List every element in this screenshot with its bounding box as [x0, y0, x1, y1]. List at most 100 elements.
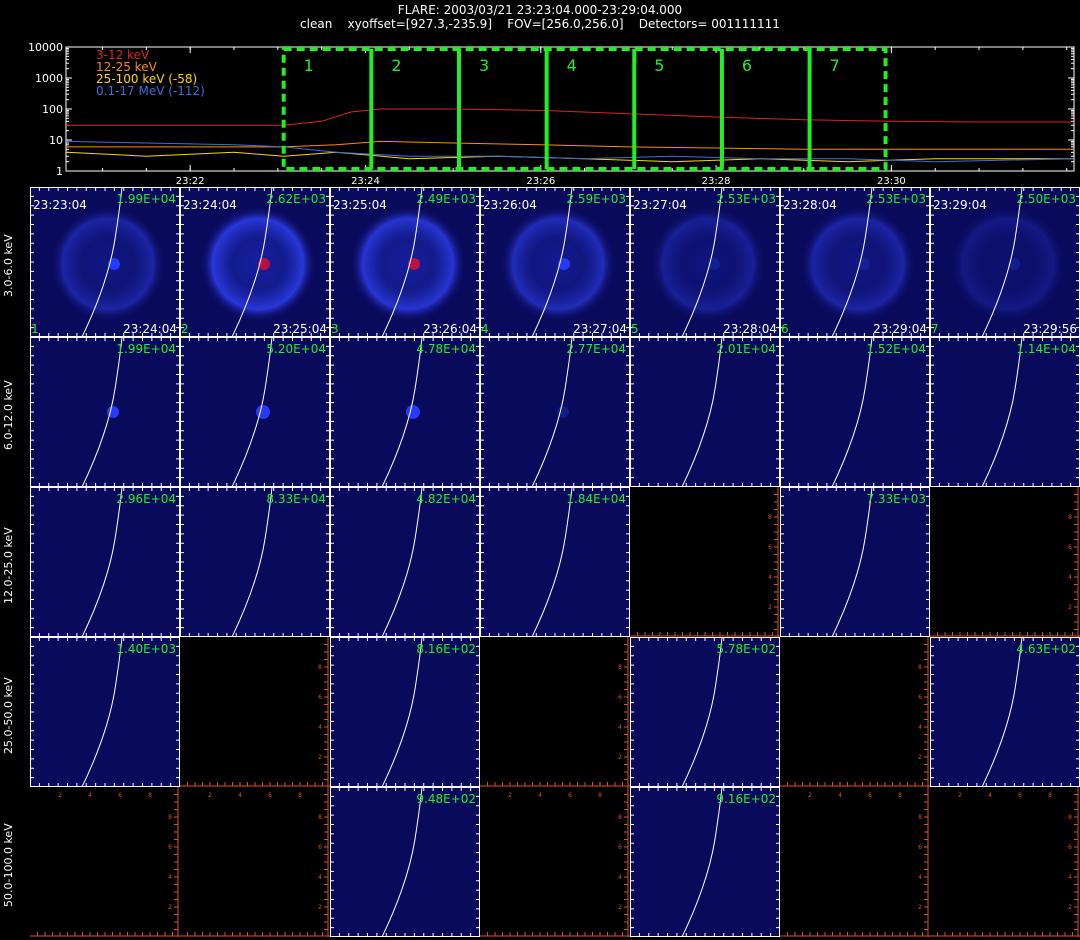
image-peak-value: 2.62E+03	[266, 192, 326, 206]
y-tick-label: 10	[49, 134, 63, 147]
empty-axis-tick-label: 8	[168, 814, 172, 821]
empty-axis-tick-label: 6	[318, 844, 322, 851]
x-tick-label: 23:30	[877, 176, 906, 186]
empty-axis-tick-label: 4	[168, 874, 172, 881]
interval-index: 4	[481, 322, 489, 336]
empty-axis-tick-label: 4	[918, 724, 922, 731]
image-peak-value: 4.63E+02	[1016, 642, 1076, 656]
y-tick-label: 1	[56, 165, 63, 178]
image-background	[330, 637, 480, 787]
y-tick-label: 1000	[35, 72, 63, 85]
source-spot	[256, 405, 270, 419]
row-energy-label: 6.0-12.0 keV	[2, 380, 15, 451]
source-spot	[406, 405, 420, 419]
interval-index: 2	[181, 322, 189, 336]
empty-axis-tick-label: 6	[318, 694, 322, 701]
cell-plot	[480, 487, 630, 637]
image-cell: 5.20E+04	[180, 337, 330, 487]
cell-plot: 2 4 6 8	[180, 637, 330, 787]
empty-axis-tick-label: 2	[318, 754, 322, 761]
cell-plot	[780, 487, 930, 637]
empty-axis-tick-label: 2	[618, 754, 622, 761]
empty-axis-tick-label: 6	[768, 544, 772, 551]
empty-axis-tick-label: 4	[318, 724, 322, 731]
image-background	[930, 337, 1080, 487]
image-background	[330, 787, 480, 937]
cell-plot	[630, 787, 780, 937]
empty-axis-tick-label: 8	[1068, 514, 1072, 521]
empty-axis-tick-label: 4	[238, 792, 242, 799]
empty-axis-tick-label: 6	[568, 792, 572, 799]
image-peak-value: 4.82E+04	[416, 492, 476, 506]
empty-cell: 2 2 4 4 6 6 8 8	[480, 787, 630, 937]
empty-axis-tick-label: 6	[618, 844, 622, 851]
image-cell: 2.77E+04	[480, 337, 630, 487]
image-cell: 7.33E+03	[780, 487, 930, 637]
cell-plot	[330, 787, 480, 937]
interval-end-time: 23:29:04	[873, 322, 927, 336]
interval-index: 5	[631, 322, 639, 336]
empty-axis-tick-label: 8	[918, 814, 922, 821]
cell-plot: 2 2 4 4 6 6 8 8	[780, 787, 930, 937]
interval-start-time: 23:28:04	[783, 198, 837, 212]
legend-entry-4: 0.1-17 MeV (-112)	[96, 84, 205, 98]
empty-axis-tick-label: 6	[918, 844, 922, 851]
empty-axis-tick-label: 8	[1048, 792, 1052, 799]
cell-plot: 2 4 6 8	[630, 487, 780, 637]
interval-number: 7	[830, 56, 840, 75]
interval-start-time: 23:27:04	[633, 198, 687, 212]
image-cell: 4.78E+04	[330, 337, 480, 487]
empty-axis-tick-label: 2	[768, 604, 772, 611]
empty-axis-tick-label: 8	[1068, 814, 1072, 821]
empty-axis-tick-label: 8	[918, 664, 922, 671]
image-background	[330, 487, 480, 637]
x-tick-label: 23:24	[351, 176, 380, 186]
image-peak-value: 2.77E+04	[566, 342, 626, 356]
empty-axis-tick-label: 4	[918, 874, 922, 881]
empty-cell: 2 2 4 4 6 6 8 8	[930, 787, 1080, 937]
cell-plot: 2 2 4 4 6 6 8 8	[30, 787, 180, 937]
cell-plot	[330, 487, 480, 637]
interval-start-time: 23:25:04	[333, 198, 387, 212]
empty-axis-tick-label: 6	[268, 792, 272, 799]
empty-axis-tick-label: 8	[598, 792, 602, 799]
image-background	[930, 637, 1080, 787]
interval-index: 3	[331, 322, 339, 336]
interval-start-time: 23:29:04	[933, 198, 987, 212]
interval-number: 3	[479, 56, 489, 75]
image-background	[480, 337, 630, 487]
image-cell: 1.14E+04	[930, 337, 1080, 487]
image-peak-value: 5.78E+02	[716, 642, 776, 656]
empty-axis-tick-label: 4	[1068, 874, 1072, 881]
image-peak-value: 5.20E+04	[266, 342, 326, 356]
empty-axis-tick-label: 6	[168, 844, 172, 851]
row-energy-label: 3.0-6.0 keV	[2, 234, 15, 298]
empty-axis-tick-label: 2	[918, 754, 922, 761]
image-background	[30, 487, 180, 637]
interval-index: 1	[31, 322, 39, 336]
image-peak-value: 1.40E+03	[116, 642, 176, 656]
cell-plot	[180, 337, 330, 487]
x-tick-label: 23:26	[526, 176, 555, 186]
empty-axis-tick-label: 8	[318, 814, 322, 821]
image-cell: 2.49E+03 23:25:04 23:26:04 3	[330, 187, 480, 337]
image-peak-value: 8.16E+02	[416, 642, 476, 656]
image-peak-value: 9.48E+02	[416, 792, 476, 806]
image-peak-value: 1.14E+04	[1016, 342, 1076, 356]
cell-plot	[30, 637, 180, 787]
series-line-3	[65, 151, 1074, 163]
image-background	[180, 337, 330, 487]
empty-cell: 2 2 4 4 6 6 8 8	[780, 787, 930, 937]
image-background	[330, 337, 480, 487]
interval-end-time: 23:24:04	[123, 322, 177, 336]
cell-plot	[330, 337, 480, 487]
empty-axis-tick-label: 2	[918, 904, 922, 911]
image-background	[630, 337, 780, 487]
interval-number: 6	[742, 56, 752, 75]
empty-axis-tick-label: 4	[538, 792, 542, 799]
x-tick-label: 23:22	[176, 176, 205, 186]
interval-index: 7	[931, 322, 939, 336]
image-background	[480, 487, 630, 637]
row-energy-label: 12.0-25.0 keV	[2, 526, 15, 604]
cell-plot	[480, 337, 630, 487]
